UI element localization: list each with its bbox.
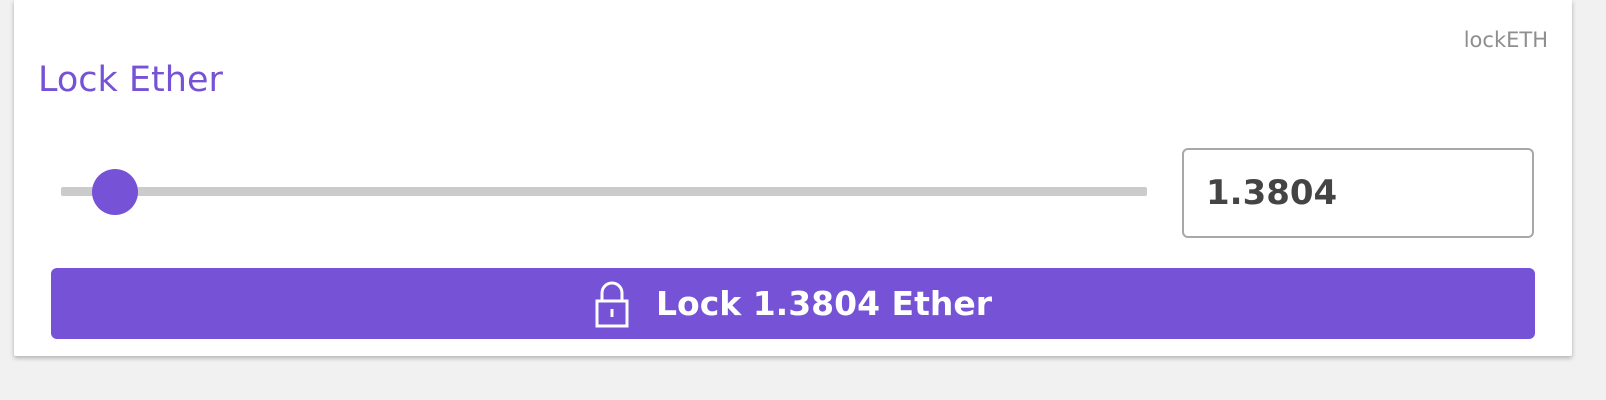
slider-track[interactable]: [61, 187, 1147, 196]
contract-function-label: lockETH: [1463, 28, 1548, 52]
amount-input[interactable]: [1182, 148, 1534, 238]
slider-thumb[interactable]: [92, 169, 139, 215]
lock-button-label: Lock 1.3804 Ether: [656, 284, 992, 323]
lock-icon: [594, 280, 630, 328]
lock-ether-card: lockETH Lock Ether Lock 1.3804 Ether: [14, 0, 1572, 356]
amount-slider[interactable]: [61, 169, 1147, 215]
card-title: Lock Ether: [38, 60, 223, 100]
lock-ether-button[interactable]: Lock 1.3804 Ether: [51, 268, 1535, 339]
